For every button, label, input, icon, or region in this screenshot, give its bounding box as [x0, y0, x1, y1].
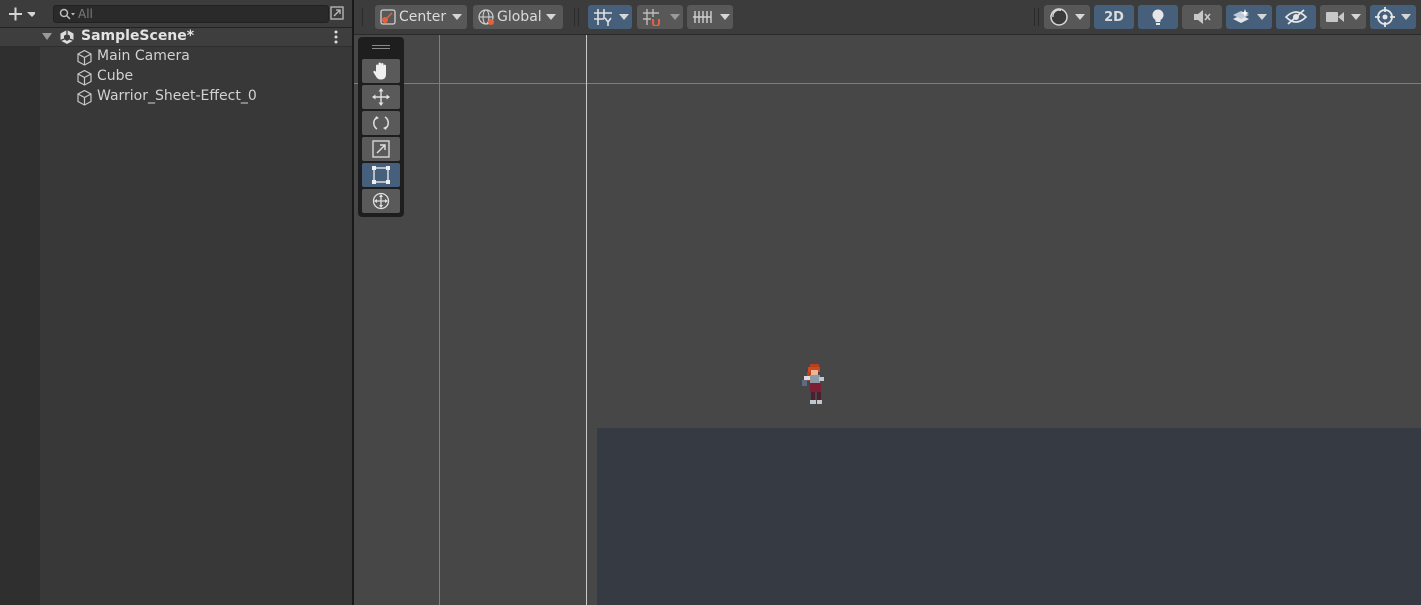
hierarchy-item-label: Warrior_Sheet-Effect_0 [97, 88, 257, 104]
gizmos-icon [1375, 7, 1395, 27]
2d-mode-toggle[interactable]: 2D [1094, 5, 1134, 29]
scene-toolbar: Center Global 2D [354, 0, 1421, 35]
guide-line-vertical [439, 34, 440, 605]
palette-drag-handle-line [372, 48, 390, 49]
chevron-down-icon [1401, 14, 1411, 20]
chevron-down-icon [1075, 14, 1085, 20]
hierarchy-item-label: Cube [97, 68, 134, 84]
move-arrows-icon [372, 88, 390, 106]
chevron-down-icon [720, 14, 730, 20]
unity-scene-icon [60, 30, 74, 44]
scale-tool-button[interactable] [362, 137, 400, 161]
pivot-rotation-dropdown[interactable]: Global [473, 5, 563, 29]
tool-palette [358, 37, 404, 217]
grid-ruler-icon [693, 11, 712, 23]
guide-line-horizontal [354, 83, 1421, 84]
mute-speaker-icon [1194, 10, 1211, 24]
transform-tool-button[interactable] [362, 189, 400, 213]
rotate-icon [373, 116, 389, 130]
search-icon [59, 8, 75, 20]
2d-mode-label: 2D [1104, 9, 1124, 25]
increment-snap-icon [643, 9, 660, 26]
toolbar-separator [578, 8, 579, 26]
chevron-down-icon [619, 14, 629, 20]
scene-lighting-toggle[interactable] [1138, 5, 1178, 29]
expand-search-icon [330, 6, 344, 20]
scene-name: SampleScene* [81, 28, 195, 44]
pivot-mode-label: Center [399, 9, 447, 25]
pivot-mode-dropdown[interactable]: Center [375, 5, 467, 29]
globe-icon [478, 9, 494, 25]
toolbar-separator [1034, 8, 1035, 26]
plus-icon [9, 7, 35, 21]
chevron-down-icon [452, 14, 463, 20]
create-button[interactable] [5, 5, 41, 23]
hierarchy-item-label: Main Camera [97, 48, 190, 64]
pivot-rotation-label: Global [497, 9, 542, 25]
camera-bounds-line [586, 34, 587, 605]
rect-tool-button[interactable] [362, 163, 400, 187]
hierarchy-search-input[interactable]: All [53, 5, 329, 23]
shaded-sphere-icon [1050, 8, 1068, 26]
chevron-down-icon [1257, 14, 1267, 20]
light-bulb-icon [1152, 9, 1164, 25]
rotate-tool-button[interactable] [362, 111, 400, 135]
draw-mode-dropdown[interactable] [1044, 5, 1090, 29]
scene-visibility-toggle[interactable] [1276, 5, 1316, 29]
hierarchy-panel: All SampleScene* Main Camera Cube Warrio… [0, 0, 352, 605]
chevron-down-icon [1351, 14, 1361, 20]
increment-snapping-toggle[interactable] [637, 5, 683, 29]
toolbar-separator [574, 8, 575, 26]
kebab-menu-icon[interactable] [332, 30, 340, 44]
rect-transform-icon [372, 166, 390, 184]
gizmos-dropdown[interactable] [1370, 5, 1416, 29]
search-placeholder: All [78, 7, 93, 21]
audio-toggle[interactable] [1182, 5, 1222, 29]
scene-view[interactable]: Center Global 2D [354, 0, 1421, 605]
scale-icon [372, 140, 390, 158]
scene-row[interactable]: SampleScene* [0, 28, 352, 47]
toolbar-separator [362, 8, 363, 26]
effects-dropdown[interactable] [1226, 5, 1272, 29]
gameobject-cube-icon [77, 69, 92, 86]
search-scope-button[interactable] [330, 6, 345, 21]
toolbar-separator [1038, 8, 1039, 26]
ground-plane[interactable] [597, 428, 1421, 605]
hidden-eye-icon [1285, 9, 1307, 25]
grid-snap-icon [594, 9, 612, 26]
move-tool-button[interactable] [362, 85, 400, 109]
effects-layers-icon [1233, 9, 1249, 23]
video-camera-icon [1326, 12, 1344, 22]
hierarchy-toolbar: All [0, 0, 352, 28]
grid-snapping-toggle[interactable] [588, 5, 632, 29]
palette-drag-handle[interactable] [372, 45, 390, 46]
gameobject-cube-icon [77, 89, 92, 106]
transform-icon [372, 192, 390, 210]
warrior-sprite[interactable] [800, 362, 828, 408]
chevron-down-icon [670, 14, 680, 20]
scene-camera-dropdown[interactable] [1320, 5, 1366, 29]
hand-tool-button[interactable] [362, 59, 400, 83]
chevron-down-icon[interactable] [42, 33, 52, 41]
hand-icon [373, 62, 386, 80]
gameobject-cube-icon [77, 49, 92, 66]
chevron-down-icon [545, 14, 556, 20]
grid-visibility-dropdown[interactable] [687, 5, 733, 29]
pivot-center-icon [380, 9, 396, 25]
hierarchy-gutter [0, 28, 40, 605]
